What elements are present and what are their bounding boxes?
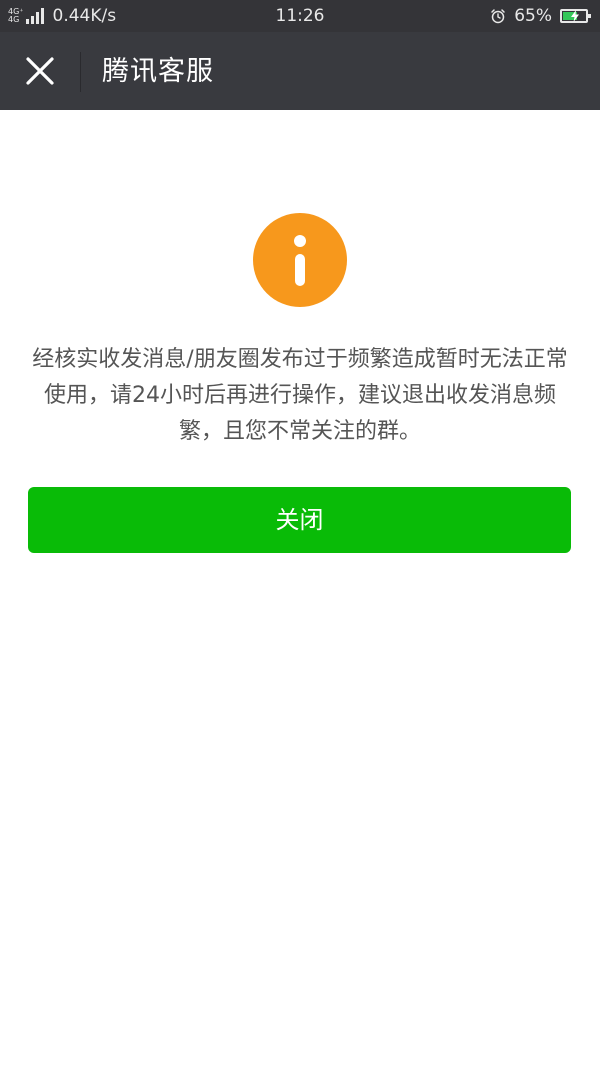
status-right: 65%: [490, 5, 591, 27]
alert-message: 经核实收发消息/朋友圈发布过于频繁造成暂时无法正常使用，请24小时后再进行操作，…: [32, 347, 568, 444]
status-bar: 4G⁺ 4G 0.44K/s 11:26 65%: [0, 0, 600, 32]
screen: 4G⁺ 4G 0.44K/s 11:26 65% 腾讯客服 经核实收发消息/朋友…: [0, 0, 600, 1066]
title-divider: [80, 52, 81, 92]
page-title: 腾讯客服: [102, 56, 214, 87]
close-icon: [26, 57, 54, 85]
close-button[interactable]: [16, 47, 64, 95]
close-dialog-button[interactable]: 关闭: [28, 487, 571, 553]
battery-icon: [560, 9, 591, 23]
alarm-icon: [491, 9, 505, 24]
title-bar: 腾讯客服: [0, 32, 600, 110]
battery-percent: 65%: [514, 6, 552, 26]
charging-bolt-icon: [571, 10, 579, 22]
info-icon: [253, 213, 347, 307]
